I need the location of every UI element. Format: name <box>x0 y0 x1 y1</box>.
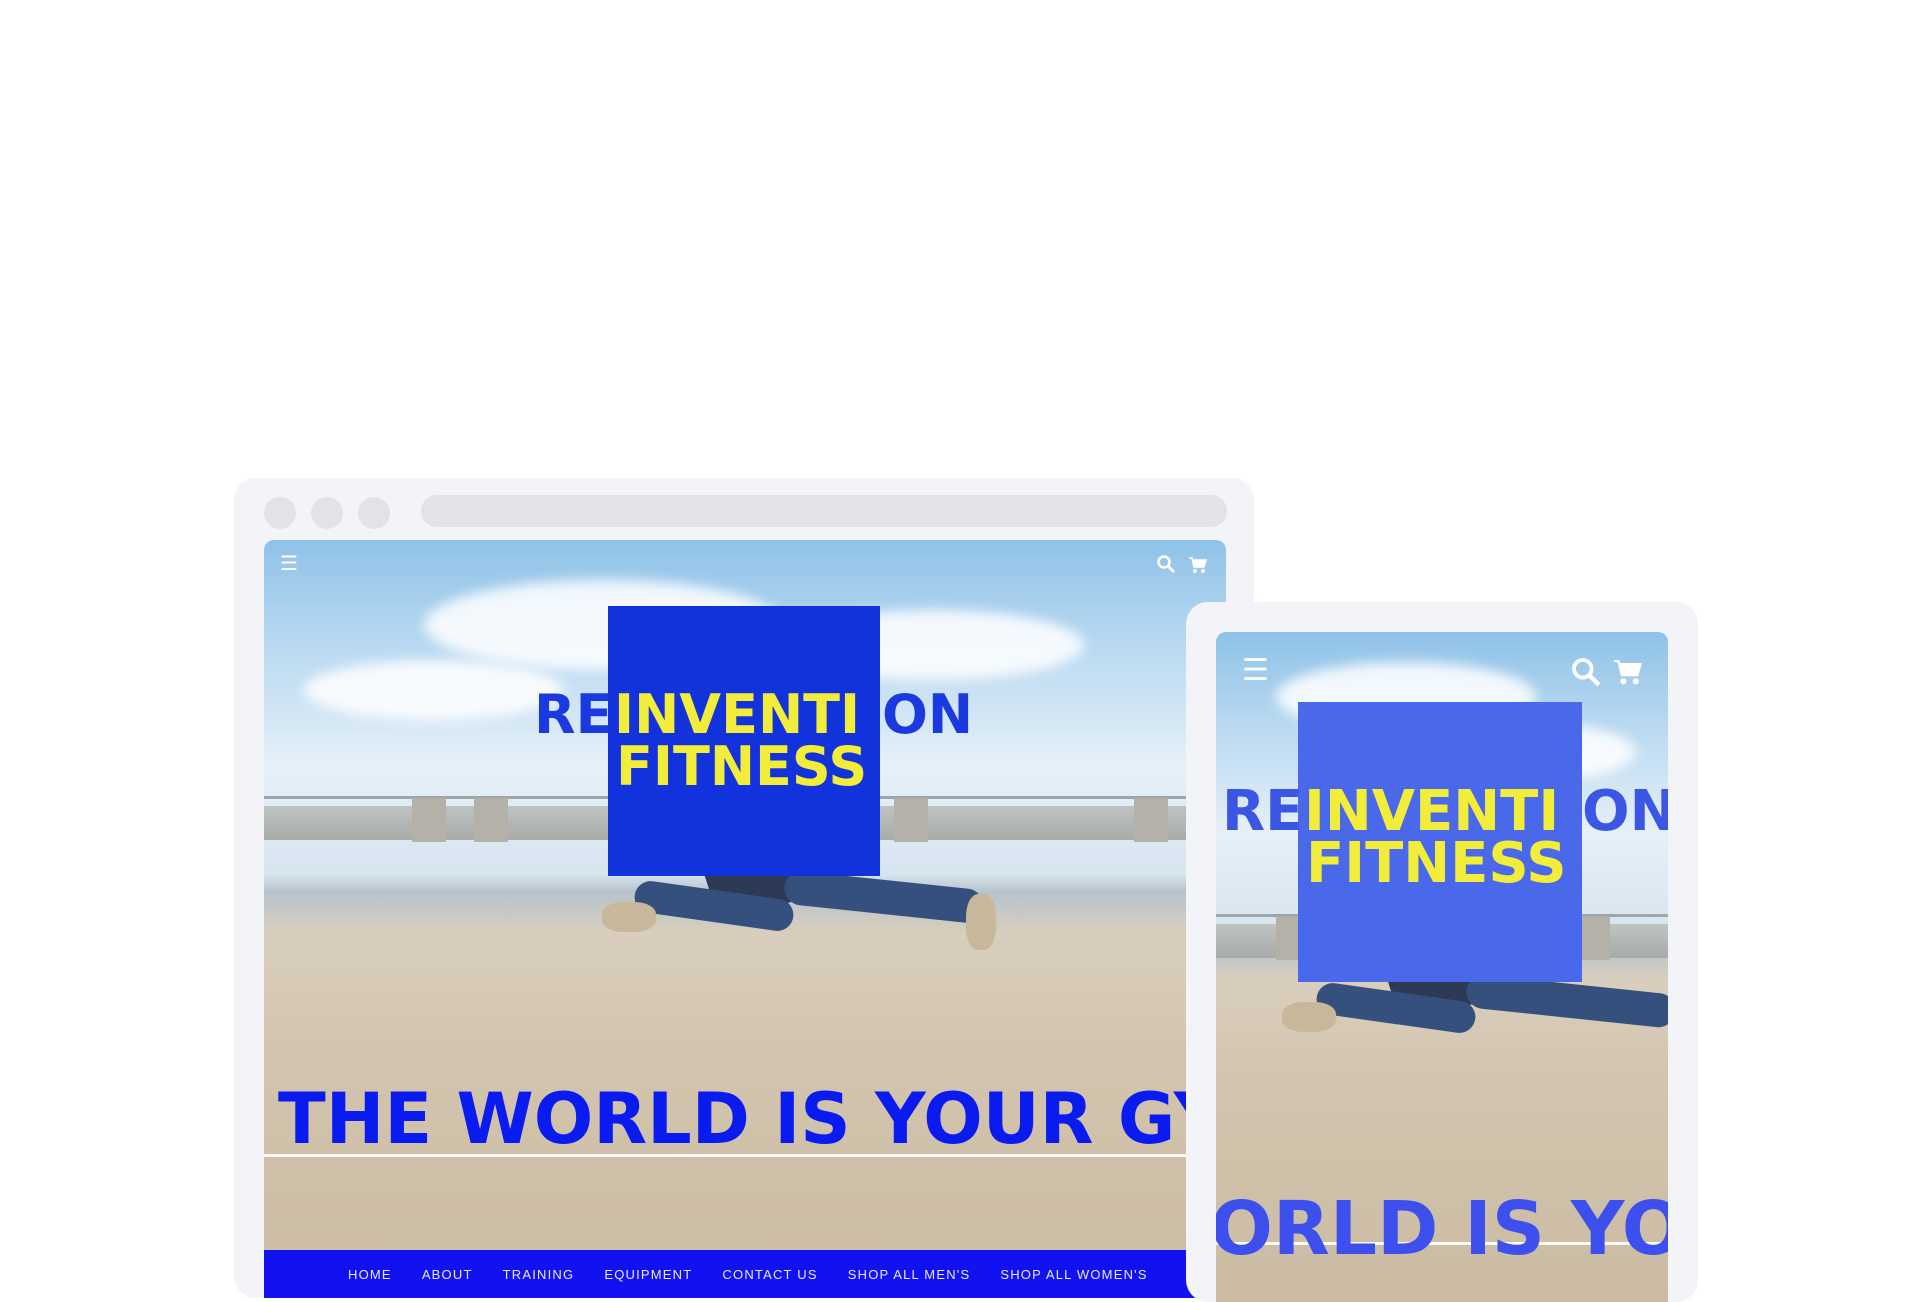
logo-text-re: RE <box>1222 779 1304 844</box>
address-bar[interactable] <box>421 495 1227 527</box>
main-navigation: HOME ABOUT TRAINING EQUIPMENT CONTACT US… <box>264 1250 1226 1298</box>
window-maximize-dot[interactable] <box>358 497 390 529</box>
browser-chrome <box>234 478 1254 540</box>
logo-text-re: RE <box>534 683 613 746</box>
wall-pillar <box>1134 798 1168 842</box>
window-close-dot[interactable] <box>264 497 296 529</box>
hero-headline: THE WORLD IS YOUR GYM <box>278 1078 1226 1160</box>
mobile-device-mockup: ☰ RE INVENTI ON FITNESS ORLD IS YOU <box>1186 602 1698 1302</box>
desktop-website-screen: ☰ RE INVENTI ON FITNESS THE WORLD IS YOU… <box>264 540 1226 1298</box>
mobile-website-screen: ☰ RE INVENTI ON FITNESS ORLD IS YOU <box>1216 632 1668 1302</box>
logo-text-fitness: FITNESS <box>1306 831 1567 896</box>
window-minimize-dot[interactable] <box>311 497 343 529</box>
nav-item-contact-us[interactable]: CONTACT US <box>722 1267 817 1282</box>
logo-text-inventi: INVENTI <box>614 683 861 746</box>
nav-item-home[interactable]: HOME <box>348 1267 392 1282</box>
logo-text-on: ON <box>882 683 974 746</box>
cart-icon[interactable] <box>1188 556 1208 578</box>
hamburger-menu-icon[interactable]: ☰ <box>1242 656 1269 686</box>
nav-item-equipment[interactable]: EQUIPMENT <box>604 1267 692 1282</box>
hero-headline: ORLD IS YOU <box>1216 1186 1668 1272</box>
logo-text-fitness: FITNESS <box>616 735 868 798</box>
wall-pillar <box>412 798 446 842</box>
nav-item-shop-womens[interactable]: SHOP ALL WOMEN'S <box>1000 1267 1147 1282</box>
cart-icon[interactable] <box>1612 658 1644 690</box>
nav-item-training[interactable]: TRAINING <box>503 1267 575 1282</box>
logo-text-on: ON <box>1582 779 1668 844</box>
search-icon[interactable] <box>1156 554 1176 578</box>
desktop-browser-mockup: ☰ RE INVENTI ON FITNESS THE WORLD IS YOU… <box>234 478 1254 1298</box>
nav-item-shop-mens[interactable]: SHOP ALL MEN'S <box>848 1267 971 1282</box>
wall-pillar <box>474 798 508 842</box>
search-icon[interactable] <box>1570 656 1602 692</box>
nav-item-about[interactable]: ABOUT <box>422 1267 473 1282</box>
cloud <box>304 660 564 720</box>
hamburger-menu-icon[interactable]: ☰ <box>280 554 298 574</box>
